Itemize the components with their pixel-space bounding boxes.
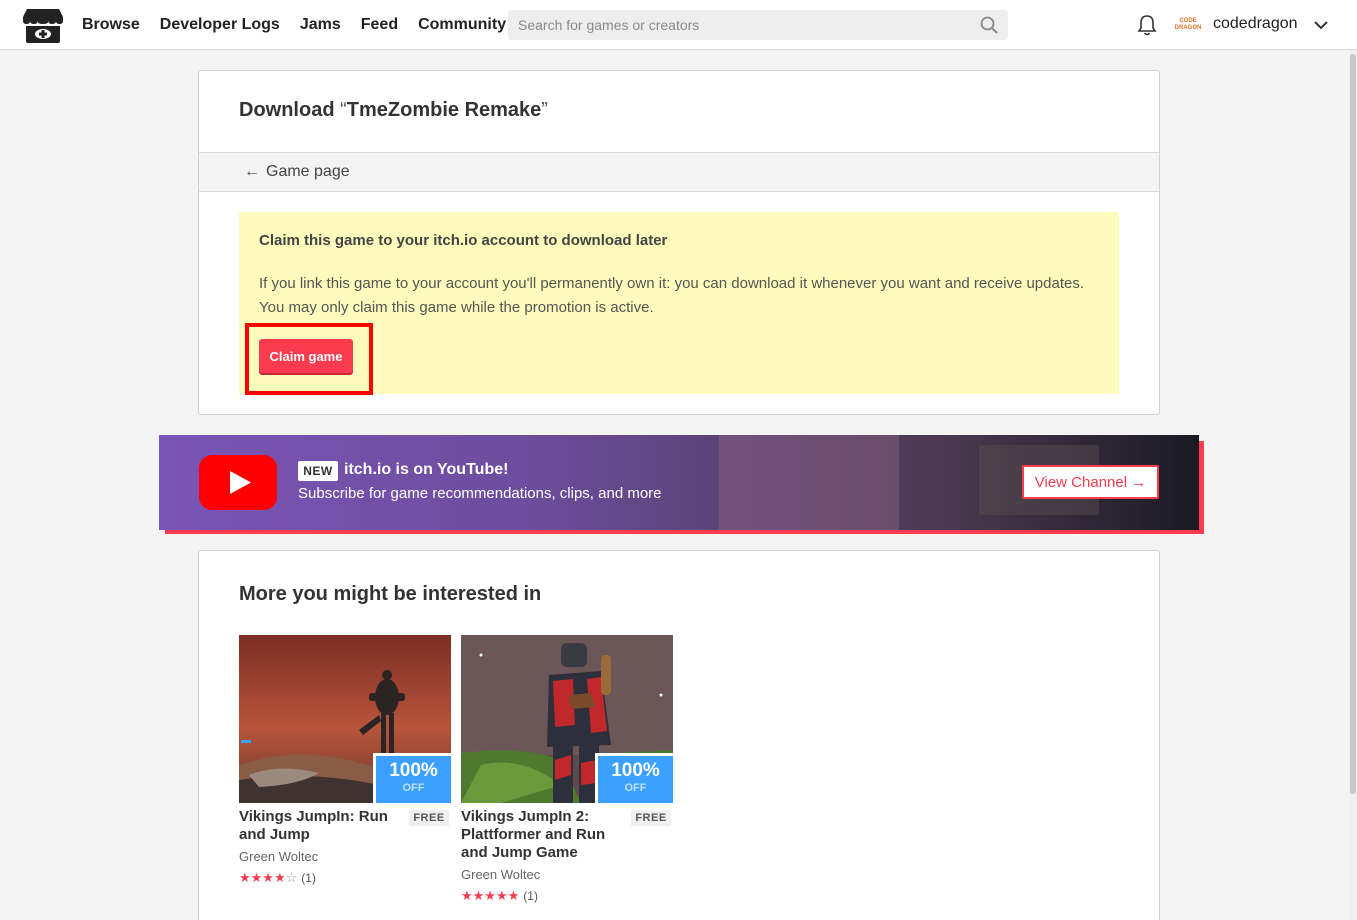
game-page-link[interactable]: ← Game page	[244, 163, 350, 181]
view-channel-button[interactable]: View Channel →	[1022, 465, 1159, 499]
sale-percent: 100%	[389, 760, 438, 781]
game-rating: ★★★★★ (1)	[461, 888, 538, 904]
recommendations-title: More you might be interested in	[239, 583, 542, 605]
nav-browse[interactable]: Browse	[82, 16, 140, 34]
nav-community[interactable]: Community	[418, 16, 506, 34]
game-page-bar: ← Game page	[199, 152, 1159, 192]
sale-badge: 100% OFF	[595, 753, 673, 803]
page-title: Download “TmeZombie Remake”	[239, 99, 548, 122]
game-title[interactable]: Vikings JumpIn 2: Plattformer and Run an…	[461, 808, 626, 862]
game-thumbnail[interactable]: 100% OFF	[239, 635, 451, 803]
youtube-banner[interactable]: NEW itch.io is on YouTube! Subscribe for…	[159, 435, 1199, 530]
claim-title: Claim this game to your itch.io account …	[259, 232, 668, 249]
scrollbar-thumb[interactable]	[1350, 54, 1356, 794]
nav-jams[interactable]: Jams	[300, 16, 341, 34]
title-prefix: Download	[239, 99, 341, 121]
game-title[interactable]: Vikings JumpIn: Run and Jump	[239, 808, 404, 844]
search-box	[508, 10, 1008, 40]
youtube-subtitle: Subscribe for game recommendations, clip…	[298, 485, 662, 502]
banner-background-blur	[719, 435, 899, 530]
youtube-headline: itch.io is on YouTube!	[344, 461, 509, 478]
itch-logo-icon[interactable]	[23, 7, 63, 44]
rating-count: (1)	[301, 871, 316, 885]
close-quote: ”	[541, 99, 548, 121]
open-quote: “	[340, 99, 347, 121]
avatar-text-top: CODE	[1179, 18, 1197, 24]
avatar[interactable]: CODE DRAGON	[1174, 13, 1202, 37]
game-thumbnail[interactable]: 100% OFF	[461, 635, 673, 803]
price-badge: FREE	[631, 810, 671, 826]
empty-star: ☆	[285, 870, 298, 885]
youtube-logo-icon	[199, 455, 277, 510]
search-icon[interactable]	[980, 16, 998, 34]
price-badge: FREE	[409, 810, 449, 826]
chevron-down-icon[interactable]	[1313, 17, 1329, 33]
rating-count: (1)	[523, 889, 538, 903]
rating-stars: ★★★★☆	[239, 870, 297, 886]
filled-stars: ★★★★★	[461, 888, 520, 903]
game-page-label: Game page	[266, 163, 350, 180]
sale-badge: 100% OFF	[373, 753, 451, 803]
avatar-text-bottom: DRAGON	[1174, 25, 1202, 31]
sale-off-label: OFF	[402, 782, 425, 794]
game-card[interactable]: 100% OFF Vikings JumpIn: Run and Jump FR…	[239, 635, 451, 885]
claim-game-button[interactable]: Claim game	[259, 339, 353, 373]
nav-developer-logs[interactable]: Developer Logs	[160, 16, 280, 34]
search-input[interactable]	[508, 10, 968, 40]
notification-bell-icon[interactable]	[1137, 14, 1157, 36]
claim-description: If you link this game to your account yo…	[259, 275, 1084, 316]
game-author[interactable]: Green Woltec	[461, 867, 540, 882]
sale-percent: 100%	[611, 760, 660, 781]
top-header: Browse Developer Logs Jams Feed Communit…	[0, 0, 1357, 50]
recommendations-panel: More you might be interested in 100% OFF…	[198, 550, 1160, 920]
rating-stars: ★★★★★	[461, 888, 519, 904]
page-scrollbar[interactable]	[1349, 50, 1357, 920]
filled-stars: ★★★★	[239, 870, 286, 885]
main-nav: Browse Developer Logs Jams Feed Communit…	[82, 0, 526, 50]
username[interactable]: codedragon	[1213, 15, 1298, 33]
sale-off-label: OFF	[624, 782, 647, 794]
game-author[interactable]: Green Woltec	[239, 849, 318, 864]
download-panel: Download “TmeZombie Remake” ← Game page C…	[198, 70, 1160, 415]
claim-box: Claim this game to your itch.io account …	[239, 212, 1119, 395]
new-badge: NEW	[298, 461, 338, 481]
nav-feed[interactable]: Feed	[361, 16, 398, 34]
game-name: TmeZombie Remake	[346, 99, 542, 121]
game-rating: ★★★★☆ (1)	[239, 870, 316, 886]
back-arrow-icon: ←	[244, 163, 260, 180]
game-card[interactable]: 100% OFF Vikings JumpIn 2: Plattformer a…	[461, 635, 673, 903]
